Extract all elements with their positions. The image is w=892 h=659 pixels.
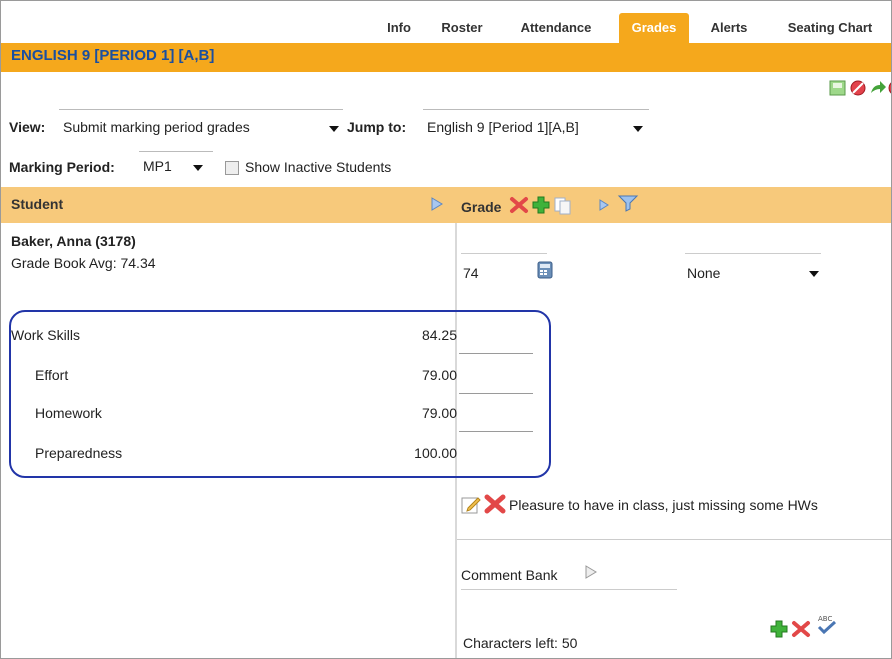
show-inactive-label: Show Inactive Students — [245, 159, 392, 175]
student-column-header[interactable]: Student — [11, 196, 63, 212]
delete-icon[interactable] — [509, 195, 529, 215]
jump-to-select[interactable]: English 9 [Period 1][A,B] — [423, 109, 649, 135]
tab-attendance[interactable]: Attendance — [507, 13, 605, 43]
marking-period-select[interactable]: MP1 — [139, 151, 213, 176]
student-name: Baker, Anna (3178) — [11, 233, 136, 249]
svg-text:ABC: ABC — [818, 615, 832, 623]
class-title-bar: ENGLISH 9 [PERIOD 1] [A,B] — [1, 43, 891, 69]
tab-bar: Info Roster Attendance Grades Alerts Sea… — [1, 1, 891, 45]
marking-period-label: Marking Period: — [9, 159, 115, 175]
grade-column-header: Grade — [461, 199, 502, 215]
gradebook-window: Info Roster Attendance Grades Alerts Sea… — [0, 0, 892, 659]
save-icon[interactable] — [829, 79, 847, 97]
copy-icon[interactable] — [553, 195, 573, 215]
marking-period-value: MP1 — [143, 158, 172, 174]
tab-info[interactable]: Info — [379, 13, 419, 43]
chevron-down-icon[interactable] — [809, 271, 819, 277]
grade-select[interactable]: None — [687, 265, 720, 281]
divider — [457, 539, 891, 540]
chevron-down-icon — [193, 165, 203, 171]
view-label: View: — [9, 119, 46, 135]
filter-icon[interactable] — [617, 193, 639, 213]
view-select-value: Submit marking period grades — [63, 119, 250, 135]
spell-check-icon[interactable]: ABC — [815, 613, 839, 637]
add-icon[interactable] — [531, 195, 551, 215]
view-select[interactable]: Submit marking period grades — [59, 109, 343, 135]
class-title: ENGLISH 9 [PERIOD 1] [A,B] — [11, 47, 215, 64]
grade-select-border — [685, 253, 821, 254]
title-underline — [1, 69, 891, 72]
chevron-down-icon — [329, 126, 339, 132]
delete-comment-icon[interactable] — [483, 493, 507, 515]
expand-right-icon[interactable] — [585, 565, 597, 579]
comment-bank-label: Comment Bank — [461, 567, 558, 583]
expand-right-icon[interactable] — [599, 199, 609, 211]
comment-text: Pleasure to have in class, just missing … — [509, 497, 818, 513]
add-icon[interactable] — [769, 619, 789, 639]
tab-seating-chart[interactable]: Seating Chart — [771, 13, 889, 43]
comment-bank-input-line[interactable] — [461, 589, 677, 590]
chevron-down-icon — [633, 126, 643, 132]
gradebook-average: Grade Book Avg: 74.34 — [11, 255, 156, 271]
calculator-icon[interactable] — [537, 261, 553, 279]
expand-right-icon[interactable] — [431, 197, 443, 211]
cancel-icon[interactable] — [849, 79, 867, 97]
jump-to-value: English 9 [Period 1][A,B] — [427, 119, 579, 135]
edit-comment-icon[interactable] — [461, 495, 481, 515]
tab-roster[interactable]: Roster — [433, 13, 491, 43]
column-header: Student Grade — [1, 187, 891, 223]
show-inactive-checkbox[interactable] — [225, 161, 239, 175]
tab-grades[interactable]: Grades — [619, 13, 689, 43]
grade-input[interactable]: 74 — [463, 265, 479, 281]
delete-icon[interactable] — [791, 619, 811, 639]
close-icon[interactable] — [887, 79, 892, 97]
forward-arrow-icon[interactable] — [869, 79, 887, 97]
skills-highlight-outline — [9, 310, 551, 478]
characters-left: Characters left: 50 — [463, 635, 578, 651]
tab-alerts[interactable]: Alerts — [703, 13, 755, 43]
grade-input-border — [461, 253, 547, 254]
jump-to-label: Jump to: — [347, 119, 407, 135]
